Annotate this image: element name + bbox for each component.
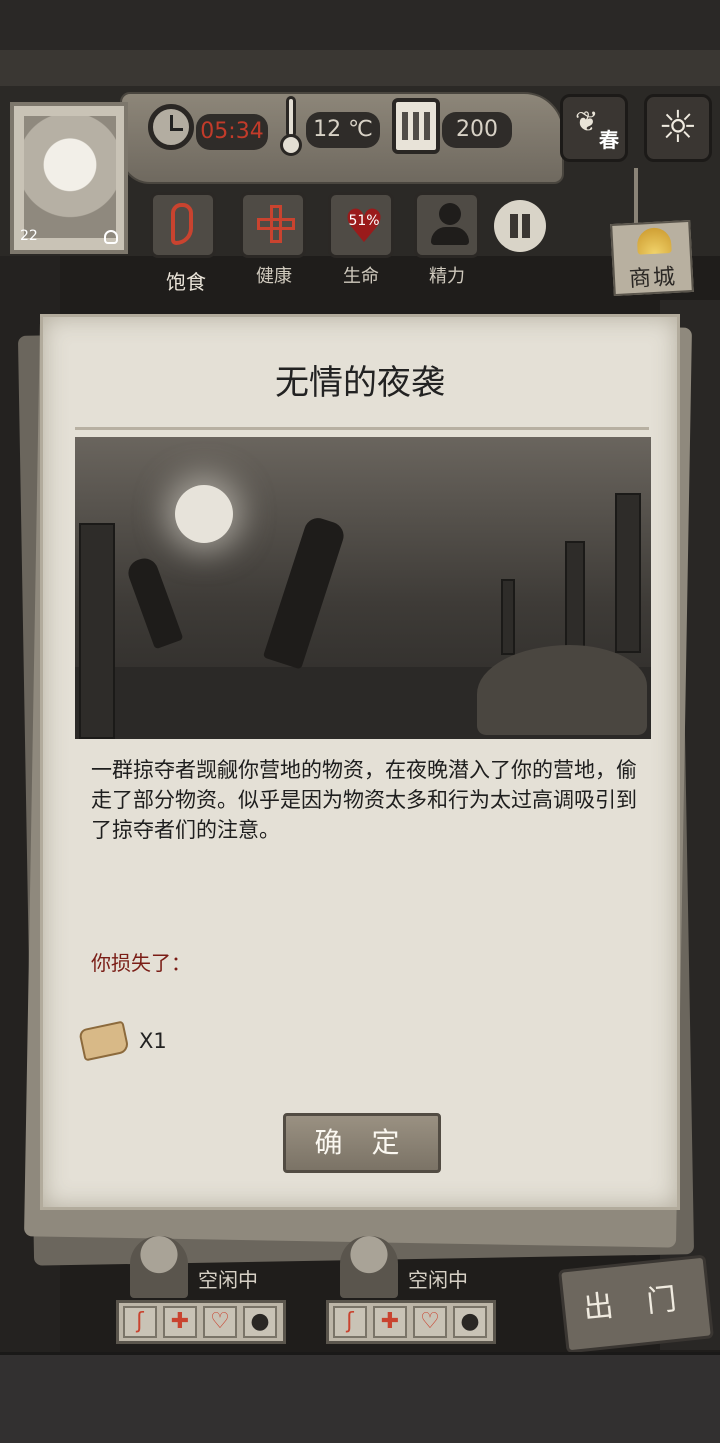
companion-card[interactable]: 空闲中 ʃ ✚ ♡ ●: [116, 1236, 296, 1346]
exit-button[interactable]: 出 门: [558, 1254, 714, 1354]
stomach-icon: ʃ: [333, 1306, 367, 1338]
event-description: 一群掠夺者觊觎你营地的物资，在夜晚潜入了你的营地，偷走了部分物资。似乎是因为物资…: [91, 758, 637, 842]
energy-label: 精力: [429, 266, 465, 287]
person-icon: ●: [243, 1306, 277, 1338]
fence-post: [79, 523, 115, 739]
sun-button[interactable]: ☼: [644, 94, 712, 162]
companion-avatar: [130, 1236, 188, 1298]
rope: [634, 168, 638, 224]
loss-label: 你损失了：: [91, 951, 191, 975]
stomach-icon: ʃ: [123, 1306, 157, 1338]
fence-post: [565, 541, 585, 651]
heart-icon: ♡: [203, 1306, 237, 1338]
stomach-icon: [171, 203, 193, 245]
companion-avatar: [340, 1236, 398, 1298]
character-portrait[interactable]: 22: [10, 102, 128, 254]
calendar-icon: [392, 98, 440, 154]
bottom-bar: [0, 1352, 720, 1443]
season-label: 春: [599, 128, 619, 152]
companion-stats: ʃ ✚ ♡ ●: [326, 1300, 496, 1344]
top-strip: [0, 0, 720, 50]
companion-status: 空闲中: [198, 1268, 258, 1292]
season-button[interactable]: ❦ 春: [560, 94, 628, 162]
event-dialog: 无情的夜袭 一群掠夺者觊觎你营地的物资，在夜晚潜入了你的营地，偷走了部分物资。似…: [40, 314, 680, 1210]
moon: [175, 485, 233, 543]
health-cross-icon: ✚: [373, 1306, 407, 1338]
temperature-display: 12 ℃: [306, 112, 380, 148]
energy-person-icon: [431, 203, 469, 247]
health-cross-icon: [257, 205, 295, 243]
dialog-title: 无情的夜袭: [275, 363, 445, 403]
fence-post: [615, 493, 641, 653]
health-cross-icon: ✚: [163, 1306, 197, 1338]
shop-label: 商城: [628, 264, 678, 293]
person-icon: [104, 230, 118, 244]
health-button[interactable]: [240, 192, 306, 258]
pause-button[interactable]: [494, 200, 546, 252]
time-display: 05:34: [196, 114, 268, 150]
satiety-label: 饱食: [166, 270, 206, 294]
clock-icon: [148, 104, 194, 150]
confirm-button[interactable]: 确 定: [283, 1113, 441, 1173]
companion-status: 空闲中: [408, 1268, 468, 1292]
companion-stats: ʃ ✚ ♡ ●: [116, 1300, 286, 1344]
shop-button[interactable]: 商城: [610, 219, 694, 297]
satiety-button[interactable]: [150, 192, 216, 258]
raider-figure: [262, 514, 348, 670]
life-button[interactable]: ♥ 51%: [328, 192, 394, 258]
heart-icon: ♡: [413, 1306, 447, 1338]
portrait-image: [24, 116, 116, 238]
life-percent: 51%: [348, 213, 380, 229]
character-age: 22: [20, 228, 38, 244]
shell-icon: [636, 226, 672, 255]
rock: [477, 645, 647, 735]
fence-post: [501, 579, 515, 655]
loss-quantity: X1: [139, 1029, 167, 1053]
sprout-icon: ❦: [575, 105, 599, 138]
energy-button[interactable]: [414, 192, 480, 258]
health-label: 健康: [256, 266, 292, 287]
person-icon: ●: [453, 1306, 487, 1338]
event-illustration: [75, 437, 651, 739]
day-display: 200: [442, 112, 512, 148]
life-label: 生命: [343, 266, 379, 287]
plank-band: [0, 50, 720, 88]
thermometer-icon: [280, 96, 302, 156]
title-divider: [75, 427, 649, 430]
companion-card[interactable]: 空闲中 ʃ ✚ ♡ ●: [326, 1236, 506, 1346]
sun-icon: ☼: [658, 102, 698, 153]
raider-figure: [124, 554, 184, 650]
scroll-icon: [78, 1019, 141, 1063]
